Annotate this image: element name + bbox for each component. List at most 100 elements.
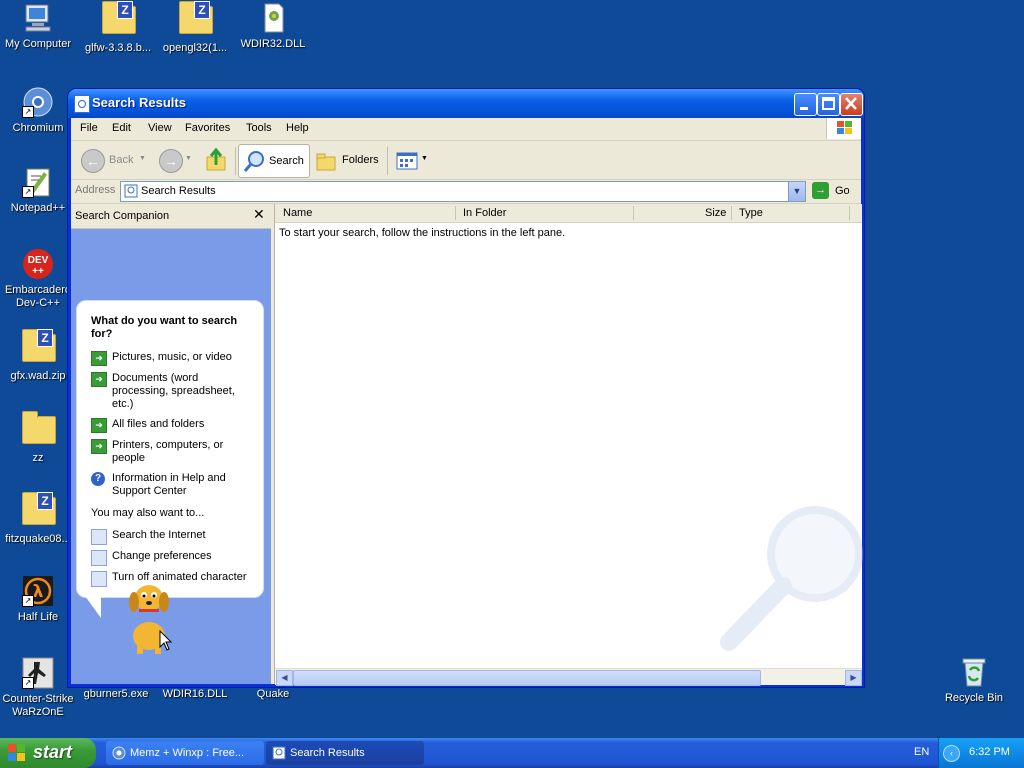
address-dropdown-button[interactable]: ▼	[788, 182, 805, 201]
column-separator[interactable]	[633, 206, 634, 220]
system-tray: ‹ 6:32 PM	[938, 738, 1024, 768]
desktop-icon-gburner[interactable]: gburner5.exe	[78, 688, 154, 701]
address-input[interactable]: Search Results ▼	[120, 181, 806, 202]
taskbar-item-search-results[interactable]: Search Results	[266, 741, 424, 765]
start-button[interactable]: start	[0, 738, 96, 768]
desktop-icon-my-computer[interactable]: My Computer	[0, 2, 76, 51]
desktop-icon-glfw[interactable]: Z glfw-3.3.8.b...	[80, 1, 156, 55]
desktop-icon-notepadpp[interactable]: ↗ Notepad++	[0, 166, 76, 215]
column-in-folder[interactable]: In Folder	[463, 207, 506, 219]
scroll-right-button[interactable]: ▶	[845, 670, 862, 686]
go-button[interactable]: → Go	[812, 182, 858, 201]
clock[interactable]: 6:32 PM	[969, 746, 1010, 758]
close-button[interactable]	[840, 93, 863, 116]
desktop-icon-label: opengl32(1...	[162, 42, 228, 54]
desktop-icon-opengl32[interactable]: Z opengl32(1...	[157, 1, 233, 55]
green-arrow-icon: ➜	[91, 418, 107, 433]
title-bar[interactable]: Search Results	[68, 89, 864, 118]
desktop-icon-label: gburner5.exe	[83, 688, 149, 700]
search-internet-icon	[91, 529, 107, 545]
desktop-icon-label: Quake	[256, 688, 290, 700]
zip-folder-icon: Z	[179, 1, 213, 38]
search-hint-text: To start your search, follow the instruc…	[279, 227, 566, 239]
menu-favorites[interactable]: Favorites	[185, 122, 230, 134]
horizontal-scrollbar[interactable]: ◀ ▶	[275, 668, 862, 686]
taskbar-item-memz[interactable]: Memz + Winxp : Free...	[106, 741, 264, 765]
mouse-cursor-icon	[159, 630, 173, 651]
search-button[interactable]: Search	[238, 144, 310, 178]
back-label: Back	[109, 154, 134, 166]
desktop-icon-fitzquake[interactable]: Z fitzquake08...	[0, 492, 76, 546]
companion-title: Search Companion	[75, 210, 170, 222]
magnifier-watermark-icon	[720, 506, 863, 651]
companion-close-icon[interactable]: ✕	[253, 206, 265, 223]
tray-expand-icon[interactable]: ‹	[943, 745, 960, 762]
option-label: All files and folders	[112, 418, 205, 430]
desktop-icon-label: Half Life	[17, 611, 59, 623]
window-client: File Edit View Favorites Tools Help ← Ba…	[71, 118, 863, 686]
chevron-down-icon: ▼	[185, 155, 192, 162]
character-icon	[91, 571, 107, 587]
column-name[interactable]: Name	[283, 207, 312, 219]
language-indicator[interactable]: EN	[914, 746, 929, 758]
desktop-icon-quake[interactable]: Quake	[235, 688, 311, 701]
maximize-button[interactable]	[817, 93, 840, 116]
menu-file[interactable]: File	[80, 122, 98, 134]
also-label: You may also want to...	[91, 507, 205, 519]
go-label: Go	[835, 185, 850, 197]
views-button[interactable]: ▼	[393, 145, 429, 175]
desktop-icon-counter-strike[interactable]: ↗ Counter-Strike WaRzOnE	[0, 657, 76, 719]
minimize-button[interactable]	[794, 93, 817, 116]
desktop-icon-wdir32[interactable]: WDIR32.DLL	[235, 2, 311, 51]
column-separator[interactable]	[731, 206, 732, 220]
windows-flag-icon	[8, 744, 26, 762]
menu-edit[interactable]: Edit	[112, 122, 131, 134]
my-computer-icon	[22, 2, 54, 34]
folders-button[interactable]: Folders	[313, 145, 381, 175]
desktop-icon-chromium[interactable]: ↗ Chromium	[0, 86, 76, 135]
results-column-header: Name In Folder Size Type	[275, 204, 862, 223]
scroll-thumb[interactable]	[293, 670, 761, 686]
back-button[interactable]: ← Back ▼	[77, 145, 146, 175]
column-size[interactable]: Size	[705, 207, 726, 219]
address-value: Search Results	[141, 185, 216, 197]
forward-button[interactable]: → ▼	[155, 145, 195, 175]
column-separator[interactable]	[849, 206, 850, 220]
menu-view[interactable]: View	[148, 122, 172, 134]
column-separator[interactable]	[455, 206, 456, 220]
desktop-icon-wdir16[interactable]: WDIR16.DLL	[157, 688, 233, 701]
address-bar: Address Search Results ▼ → Go	[71, 180, 861, 204]
folders-icon	[316, 153, 336, 171]
desktop-icon-recycle-bin[interactable]: Recycle Bin	[936, 656, 1012, 705]
scroll-left-button[interactable]: ◀	[276, 670, 293, 686]
forward-arrow-icon: →	[159, 149, 183, 173]
desktop-icon-devcpp[interactable]: DEV ++ Embarcadero Dev-C++	[0, 248, 76, 310]
desktop-icon-label: fitzquake08...	[5, 533, 71, 545]
search-window-icon	[272, 746, 286, 760]
maximize-icon	[822, 97, 835, 110]
search-options-bubble: What do you want to search for? ➜ Pictur…	[76, 300, 264, 598]
green-arrow-icon: ➜	[91, 372, 107, 387]
chevron-down-icon: ▼	[792, 186, 802, 196]
preferences-icon	[91, 550, 107, 566]
devcpp-icon: DEV ++	[22, 248, 54, 280]
notepadpp-icon: ↗	[22, 166, 54, 198]
menu-help[interactable]: Help	[286, 122, 309, 134]
option-label: Printers, computers, or people	[112, 439, 224, 464]
chevron-down-icon: ▼	[421, 155, 428, 162]
search-results-window[interactable]: Search Results File Edit View Favorites …	[68, 89, 864, 687]
desktop-icon-zz[interactable]: zz	[0, 411, 76, 465]
green-arrow-icon: ➜	[91, 439, 107, 454]
desktop-icon-half-life[interactable]: λ ↗ Half Life	[0, 575, 76, 624]
search-companion-pane: Search Companion ✕ What do you want to s…	[71, 204, 271, 684]
companion-header: Search Companion ✕	[71, 204, 271, 229]
up-folder-button[interactable]	[204, 145, 230, 175]
start-label: start	[33, 742, 73, 762]
window-title: Search Results	[92, 95, 186, 110]
desktop-icon-gfx-wad[interactable]: Z gfx.wad.zip	[0, 329, 76, 383]
desktop-icon-label: My Computer	[4, 38, 72, 50]
column-type[interactable]: Type	[739, 207, 763, 219]
up-folder-icon	[206, 147, 226, 171]
menu-tools[interactable]: Tools	[246, 122, 272, 134]
views-icon	[396, 152, 418, 170]
